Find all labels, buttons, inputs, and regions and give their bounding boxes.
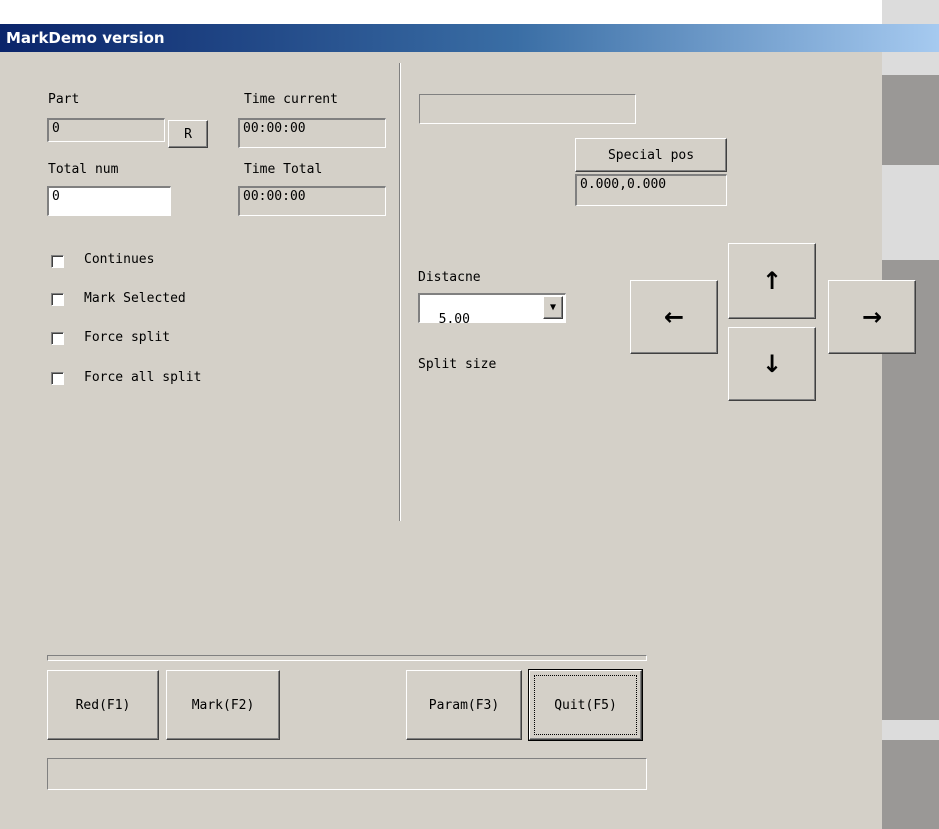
dropdown-arrow-icon[interactable]: ▼ (543, 296, 563, 319)
background-decor (882, 740, 939, 829)
continues-checkbox[interactable] (51, 255, 64, 268)
mark-button[interactable]: Mark(F2) (166, 670, 280, 740)
part-field[interactable]: 0 (47, 118, 165, 142)
progress-bar (47, 655, 647, 661)
status-bar (47, 758, 647, 790)
total-num-label: Total num (48, 162, 119, 177)
time-total-field: 00:00:00 (238, 186, 386, 216)
up-arrow-icon: ↑ (761, 267, 783, 295)
distance-label: Distacne (418, 270, 481, 285)
quit-button-label: Quit(F5) (554, 697, 617, 713)
part-label: Part (48, 92, 80, 107)
red-button[interactable]: Red(F1) (47, 670, 159, 740)
left-arrow-icon: ← (663, 303, 685, 331)
split-size-label: Split size (418, 357, 497, 372)
continues-label[interactable]: Continues (84, 252, 154, 268)
mark-selected-checkbox[interactable] (51, 293, 64, 306)
total-num-input[interactable]: 0 (47, 186, 171, 216)
param-button[interactable]: Param(F3) (406, 670, 522, 740)
move-down-button[interactable]: ↓ (728, 327, 816, 401)
force-all-split-label[interactable]: Force all split (84, 370, 201, 386)
right-arrow-icon: → (861, 303, 883, 331)
window-title[interactable]: MarkDemo version (0, 24, 939, 52)
time-total-label: Time Total (244, 162, 323, 177)
force-split-label[interactable]: Force split (84, 330, 170, 346)
special-pos-button[interactable]: Special pos (575, 138, 727, 172)
quit-button[interactable]: Quit(F5) (528, 669, 643, 741)
move-right-button[interactable]: → (828, 280, 916, 354)
status-field (419, 94, 636, 124)
move-up-button[interactable]: ↑ (728, 243, 816, 319)
move-left-button[interactable]: ← (630, 280, 718, 354)
down-arrow-icon: ↓ (761, 350, 783, 378)
vertical-divider (399, 63, 401, 521)
mark-selected-label[interactable]: Mark Selected (84, 291, 186, 307)
position-field: 0.000,0.000 (575, 174, 727, 206)
time-current-label: Time current (244, 92, 338, 107)
distance-value: 5.00 (438, 312, 470, 327)
reset-button[interactable]: R (168, 120, 208, 148)
force-split-checkbox[interactable] (51, 332, 64, 345)
force-all-split-checkbox[interactable] (51, 372, 64, 385)
background-decor (882, 75, 939, 165)
time-current-field: 00:00:00 (238, 118, 386, 148)
